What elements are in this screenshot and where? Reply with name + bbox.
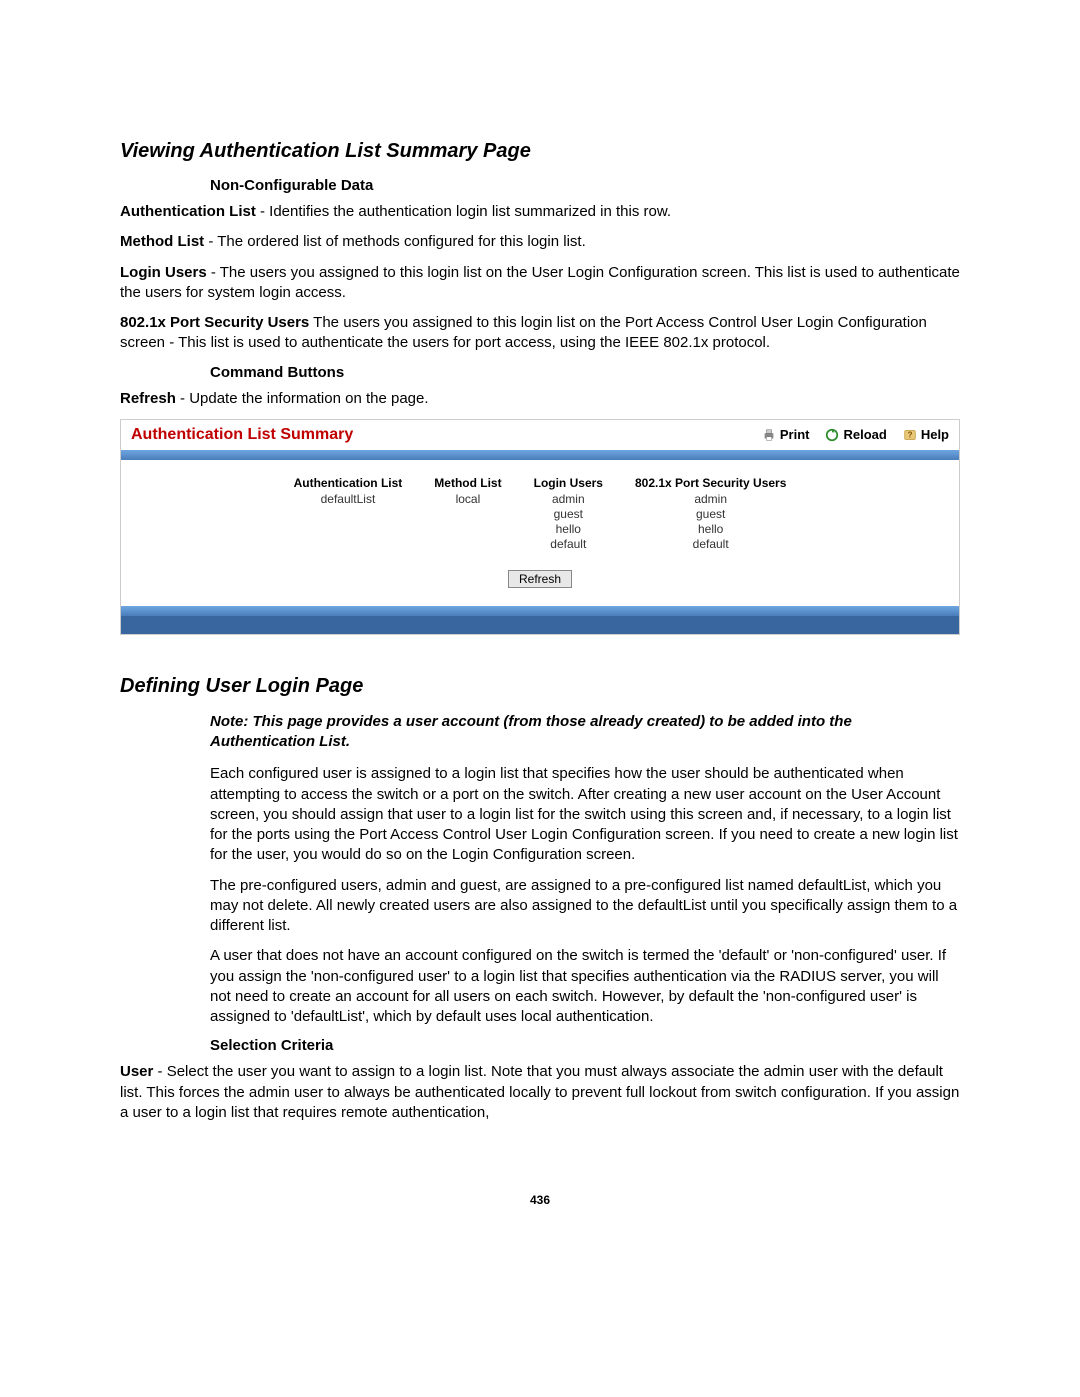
col-header-auth-list: Authentication List bbox=[278, 474, 419, 492]
print-button[interactable]: Print bbox=[762, 427, 810, 442]
table-header-row: Authentication List Method List Login Us… bbox=[278, 474, 803, 492]
text-refresh: - Update the information on the page. bbox=[176, 390, 429, 407]
cell-port-sec-users: admin guest hello default bbox=[619, 492, 802, 552]
reload-icon bbox=[825, 428, 839, 442]
port-sec-user-value: guest bbox=[635, 507, 786, 522]
panel-actions: Print Reload ? Help bbox=[762, 427, 949, 442]
login-user-value: default bbox=[534, 537, 603, 552]
section-heading-defining: Defining User Login Page bbox=[120, 675, 960, 698]
para-s2-1: Each configured user is assigned to a lo… bbox=[210, 764, 960, 865]
help-icon: ? bbox=[903, 428, 917, 442]
text-auth-list: - Identifies the authentication login li… bbox=[256, 203, 671, 220]
panel-footer bbox=[121, 616, 959, 634]
print-label: Print bbox=[780, 427, 810, 442]
page-number: 436 bbox=[120, 1193, 960, 1207]
panel-titlebar: Authentication List Summary Print Reload bbox=[121, 420, 959, 450]
reload-label: Reload bbox=[843, 427, 886, 442]
col-header-port-sec-users: 802.1x Port Security Users bbox=[619, 474, 802, 492]
text-user: - Select the user you want to assign to … bbox=[120, 1063, 959, 1121]
sub-heading-selection: Selection Criteria bbox=[210, 1037, 960, 1054]
text-method-list: - The ordered list of methods configured… bbox=[204, 233, 586, 250]
panel-body: Authentication List Method List Login Us… bbox=[121, 460, 959, 606]
cell-login-users: admin guest hello default bbox=[518, 492, 619, 552]
cell-auth-list: defaultList bbox=[278, 492, 419, 552]
label-auth-list: Authentication List bbox=[120, 203, 256, 220]
para-s2-2: The pre-configured users, admin and gues… bbox=[210, 876, 960, 937]
para-method-list: Method List - The ordered list of method… bbox=[120, 232, 960, 252]
para-user: User - Select the user you want to assig… bbox=[120, 1062, 960, 1123]
section-heading-viewing: Viewing Authentication List Summary Page bbox=[120, 140, 960, 163]
document-page: Viewing Authentication List Summary Page… bbox=[0, 0, 1080, 1267]
note-text: Note: This page provides a user account … bbox=[210, 712, 960, 753]
login-user-value: admin bbox=[534, 492, 603, 507]
auth-list-summary-panel: Authentication List Summary Print Reload bbox=[120, 419, 960, 635]
sub-heading-cmdbtns: Command Buttons bbox=[210, 364, 960, 381]
para-login-users: Login Users - The users you assigned to … bbox=[120, 263, 960, 304]
text-login-users: - The users you assigned to this login l… bbox=[120, 264, 960, 301]
sub-heading-noncfg: Non-Configurable Data bbox=[210, 177, 960, 194]
cell-method-list: local bbox=[418, 492, 517, 552]
label-refresh: Refresh bbox=[120, 390, 176, 407]
panel-blue-bar-top bbox=[121, 450, 959, 460]
printer-icon bbox=[762, 428, 776, 442]
port-sec-user-value: admin bbox=[635, 492, 786, 507]
col-header-login-users: Login Users bbox=[518, 474, 619, 492]
port-sec-user-value: default bbox=[635, 537, 786, 552]
login-user-value: hello bbox=[534, 522, 603, 537]
help-button[interactable]: ? Help bbox=[903, 427, 949, 442]
refresh-button[interactable]: Refresh bbox=[508, 570, 572, 588]
col-header-method-list: Method List bbox=[418, 474, 517, 492]
label-user: User bbox=[120, 1063, 153, 1080]
para-port-sec: 802.1x Port Security Users The users you… bbox=[120, 313, 960, 354]
label-login-users: Login Users bbox=[120, 264, 207, 281]
login-user-value: guest bbox=[534, 507, 603, 522]
label-port-sec: 802.1x Port Security Users bbox=[120, 314, 309, 331]
svg-text:?: ? bbox=[907, 430, 912, 439]
panel-title-text: Authentication List Summary bbox=[131, 426, 353, 444]
panel-blue-bar-bottom bbox=[121, 606, 959, 616]
summary-table: Authentication List Method List Login Us… bbox=[278, 474, 803, 552]
reload-button[interactable]: Reload bbox=[825, 427, 886, 442]
para-auth-list: Authentication List - Identifies the aut… bbox=[120, 202, 960, 222]
para-refresh: Refresh - Update the information on the … bbox=[120, 389, 960, 409]
label-method-list: Method List bbox=[120, 233, 204, 250]
table-row: defaultList local admin guest hello defa… bbox=[278, 492, 803, 552]
help-label: Help bbox=[921, 427, 949, 442]
para-s2-3: A user that does not have an account con… bbox=[210, 946, 960, 1027]
port-sec-user-value: hello bbox=[635, 522, 786, 537]
